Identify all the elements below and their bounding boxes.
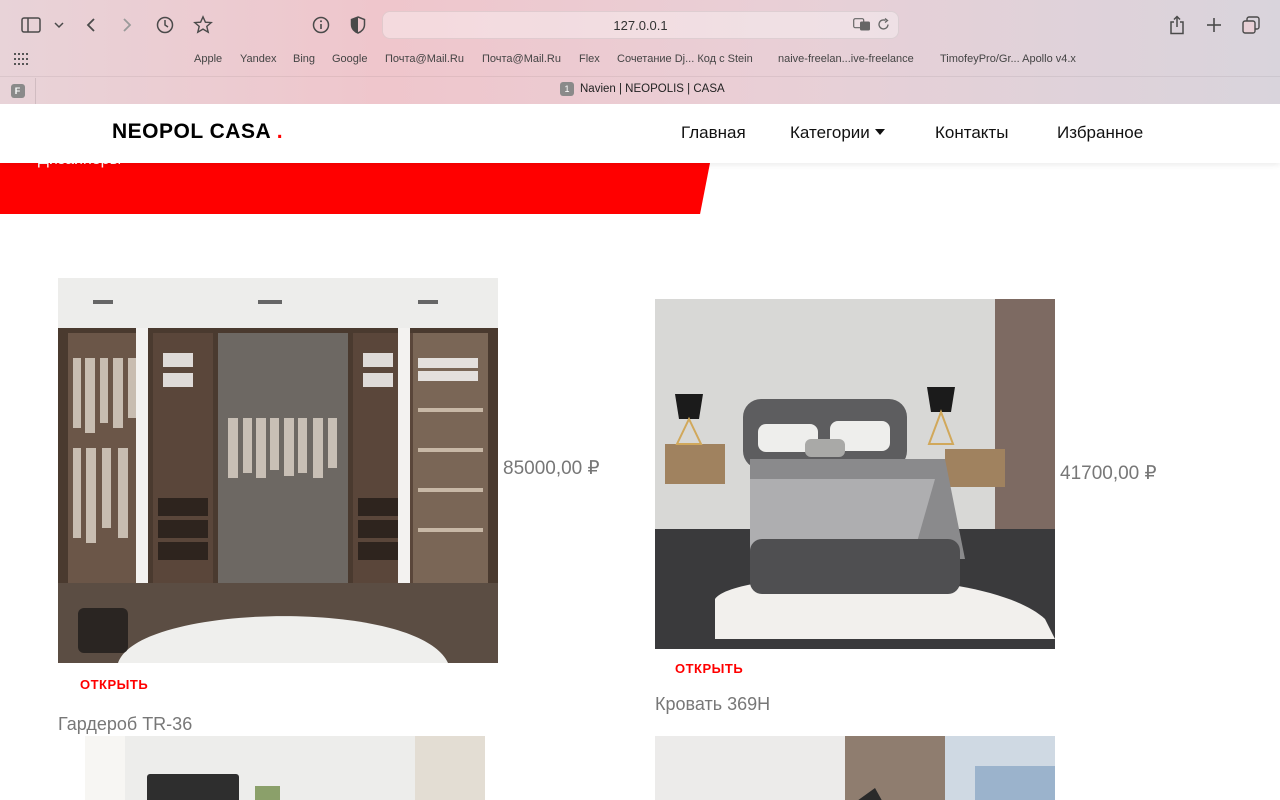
sidebar-toggle-icon[interactable] — [18, 9, 44, 41]
back-icon[interactable] — [80, 9, 102, 41]
share-icon[interactable] — [1166, 9, 1188, 41]
product-name: Кровать 369H — [655, 694, 771, 714]
product-image[interactable] — [655, 736, 1055, 800]
nav-link-favorites[interactable]: Избранное — [1057, 123, 1143, 143]
address-bar[interactable]: 127.0.0.1 — [382, 11, 899, 39]
new-tab-icon[interactable] — [1203, 9, 1225, 41]
bookmark-item[interactable]: Apple — [194, 53, 222, 65]
brand-dot: . — [276, 120, 284, 143]
nav-link-contacts[interactable]: Контакты — [935, 123, 1008, 143]
bookmark-item[interactable]: Bing — [293, 53, 315, 65]
open-product-button[interactable]: ОТКРЫТЬ — [675, 661, 743, 676]
star-icon[interactable] — [192, 9, 214, 41]
brand-name: NEOPOL CASA — [112, 120, 271, 143]
wardrobe-product-image[interactable] — [58, 278, 498, 663]
product-name: Гардероб TR-36 — [58, 714, 193, 734]
nav-link-categories-label: Категории — [790, 123, 870, 142]
web-page: Дизайнеры NEOPOL CASA . Главная Категори… — [0, 104, 1280, 800]
bookmark-item[interactable]: Почта@Mail.Ru — [385, 53, 464, 65]
product-price: 41700,00 ₽ — [1060, 463, 1157, 484]
bookmarks-bar: Apple Yandex Bing Google Почта@Mail.Ru П… — [0, 52, 1280, 70]
chevron-down-icon[interactable] — [52, 9, 66, 41]
translate-icon[interactable] — [853, 18, 871, 34]
privacy-shield-icon[interactable] — [347, 9, 369, 41]
site-navbar: NEOPOL CASA . Главная Категории Контакты… — [0, 104, 1280, 163]
reload-icon[interactable] — [877, 17, 890, 34]
bookmark-item[interactable]: Сочетание Dj... Код с Stein — [617, 53, 753, 65]
history-icon[interactable] — [154, 9, 176, 41]
pinned-tab-favicon: F — [10, 84, 25, 98]
bookmark-item[interactable]: TimofeyPro/Gr... Apollo v4.x — [940, 53, 1076, 65]
pinned-tab[interactable]: F — [0, 78, 36, 104]
bed-product-image[interactable] — [655, 299, 1055, 649]
bookmark-item[interactable]: Google — [332, 53, 367, 65]
hero-banner: Дизайнеры — [0, 163, 710, 214]
info-icon[interactable] — [310, 9, 332, 41]
forward-icon[interactable] — [116, 9, 138, 41]
product-price: 85000,00 ₽ — [503, 458, 600, 479]
site-logo[interactable]: NEOPOL CASA . — [112, 120, 283, 144]
address-bar-url: 127.0.0.1 — [613, 17, 668, 33]
bookmark-item[interactable]: Почта@Mail.Ru — [482, 53, 561, 65]
caret-down-icon — [874, 129, 885, 135]
active-tab[interactable]: 1 Navien | NEOPOLIS | CASA — [560, 82, 725, 96]
bookmark-item[interactable]: Yandex — [240, 53, 277, 65]
apps-grid-icon[interactable] — [14, 53, 28, 68]
open-product-button[interactable]: ОТКРЫТЬ — [80, 677, 148, 692]
browser-chrome: 127.0.0.1 Apple Yandex Bing Google Почта… — [0, 0, 1280, 104]
product-image[interactable] — [85, 736, 485, 800]
nav-link-categories[interactable]: Категории — [790, 123, 885, 143]
bookmark-item[interactable]: naive-freelan...ive-freelance — [778, 53, 914, 65]
tab-overview-icon[interactable] — [1240, 9, 1262, 41]
tab-title: Navien | NEOPOLIS | CASA — [580, 83, 725, 95]
tab-favicon: 1 — [560, 82, 574, 96]
tab-bar: F 1 Navien | NEOPOLIS | CASA — [0, 76, 1280, 104]
bookmark-item[interactable]: Flex — [579, 53, 600, 65]
nav-link-home[interactable]: Главная — [681, 123, 746, 143]
